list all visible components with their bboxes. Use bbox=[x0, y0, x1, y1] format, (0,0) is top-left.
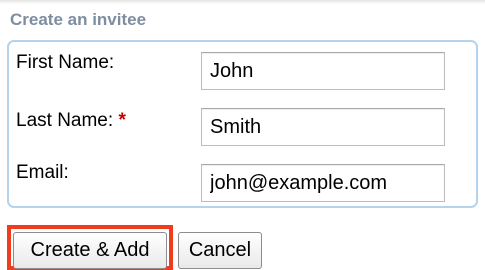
required-marker: * bbox=[118, 110, 126, 131]
cancel-button[interactable]: Cancel bbox=[178, 232, 262, 269]
last-name-label-text: Last Name: bbox=[16, 110, 114, 131]
email-field[interactable] bbox=[201, 164, 445, 202]
first-name-label-text: First Name: bbox=[16, 52, 115, 73]
email-label: Email: bbox=[16, 162, 69, 184]
email-label-text: Email: bbox=[16, 162, 69, 183]
create-and-add-button[interactable]: Create & Add bbox=[13, 232, 167, 269]
form-title: Create an invitee bbox=[10, 10, 147, 29]
first-name-label: First Name: bbox=[16, 52, 114, 74]
top-shadow bbox=[0, 0, 485, 4]
first-name-field[interactable] bbox=[201, 52, 445, 90]
create-invitee-form: Create an invitee First Name: Last Name:… bbox=[0, 0, 485, 270]
last-name-field[interactable] bbox=[201, 108, 445, 146]
last-name-label: Last Name: * bbox=[16, 110, 126, 132]
